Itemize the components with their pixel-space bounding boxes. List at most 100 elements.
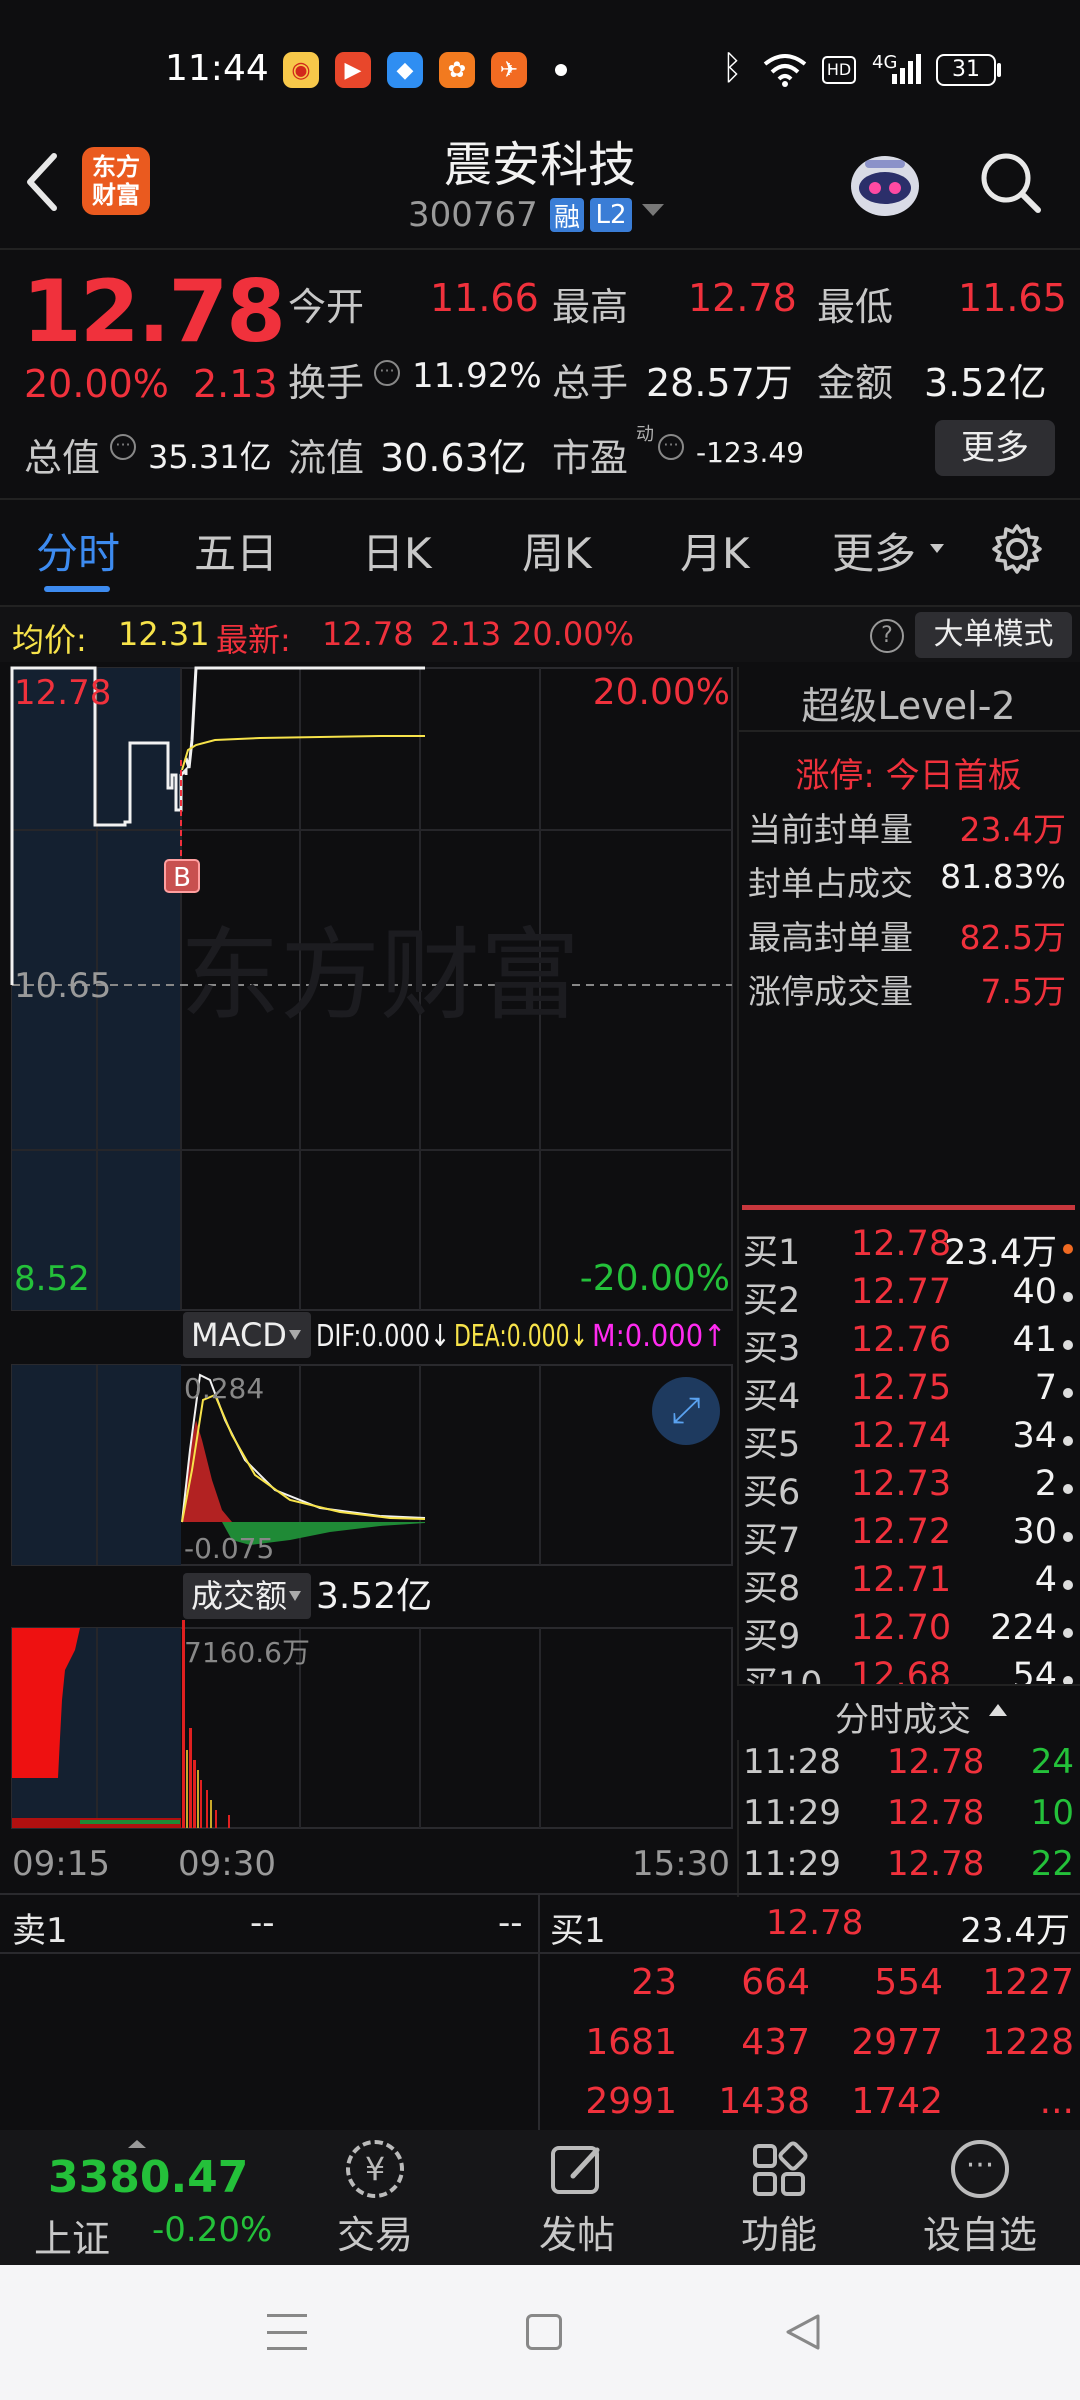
post-button[interactable]: 发帖	[512, 2140, 642, 2258]
bid-row[interactable]: 买7 12.72 30	[743, 1512, 1073, 1561]
volume-base-green	[80, 1820, 180, 1824]
x-label-open: 09:15	[12, 1844, 110, 1884]
bid-row[interactable]: 买9 12.70 224	[743, 1608, 1073, 1657]
queue-order: ...	[1039, 2081, 1074, 2122]
latest-change: 2.13	[430, 615, 502, 653]
queue-order: 664	[741, 1962, 810, 2003]
buy-marker-label: B	[173, 863, 191, 893]
tab-more[interactable]: 更多	[832, 520, 916, 581]
bid-row[interactable]: 买1 12.78 23.4万	[743, 1224, 1073, 1273]
macd-dea: DEA:0.000↓	[454, 1319, 588, 1354]
expand-icon[interactable]: ⤢	[652, 1377, 720, 1445]
high-label: 最高	[552, 285, 629, 329]
bid-price: 12.70	[851, 1608, 952, 1648]
trade-label: 交易	[336, 2213, 413, 2257]
chevron-down-icon[interactable]	[642, 204, 664, 216]
tab-intraday[interactable]: 分时	[36, 520, 120, 581]
queue-order: 23	[631, 1962, 677, 2003]
bid-dot-icon	[1063, 1388, 1073, 1398]
level2-title[interactable]: 超级Level-2	[737, 675, 1080, 730]
add-watchlist-button[interactable]: ··· 设自选	[905, 2140, 1055, 2258]
tab-five-day[interactable]: 五日	[194, 520, 278, 581]
bid-row[interactable]: 买5 12.74 34	[743, 1416, 1073, 1465]
bid-price: 12.77	[851, 1272, 952, 1312]
bid-row[interactable]: 买6 12.73 2	[743, 1464, 1073, 1513]
l2-row-label: 涨停成交量	[748, 972, 913, 1011]
bid-volume: 2	[1034, 1464, 1057, 1504]
avg-line	[181, 735, 425, 771]
info-icon[interactable]: ···	[658, 434, 684, 460]
back-nav-icon[interactable]	[780, 2310, 824, 2354]
browser-icon: ◆	[387, 52, 423, 88]
bid-row[interactable]: 买4 12.75 7	[743, 1368, 1073, 1417]
tick-volume: 22	[1030, 1844, 1074, 1884]
bid-row[interactable]: 买10 12.68 54	[743, 1656, 1073, 1684]
tab-weekly-k[interactable]: 周K	[522, 520, 592, 581]
function-button[interactable]: 功能	[714, 2140, 844, 2258]
divider	[737, 730, 1080, 732]
volume-max-label: 7160.6万	[184, 1636, 310, 1669]
queue-order: 437	[741, 2022, 810, 2063]
battery-tip	[997, 63, 1001, 77]
menu-icon[interactable]	[267, 2314, 307, 2350]
info-icon[interactable]: ···	[374, 360, 400, 386]
edit-icon	[551, 2146, 600, 2194]
bid-row[interactable]: 买3 12.76 41	[743, 1320, 1073, 1369]
bid-label: 买8	[743, 1569, 801, 1609]
bid-volume: 23.4万	[944, 1233, 1057, 1273]
trade-button[interactable]: ¥ 交易	[310, 2140, 440, 2258]
bid-row[interactable]: 买2 12.77 40	[743, 1272, 1073, 1321]
l2-tag: L2	[590, 198, 632, 232]
market-cap-label: 总值	[24, 436, 101, 480]
home-icon[interactable]	[526, 2314, 562, 2350]
buy1-volume: 23.4万	[960, 1911, 1070, 1951]
queue-order: 1228	[982, 2022, 1074, 2063]
l2-row-label: 最高封单量	[748, 918, 913, 957]
ticks-header[interactable]: 分时成交	[737, 1684, 1080, 1740]
avg-value: 12.31	[118, 615, 210, 653]
queue-order: 2977	[851, 2022, 943, 2063]
bid-volume: 41	[1012, 1320, 1057, 1360]
bid-volume: 7	[1034, 1368, 1057, 1408]
queue-order: 1438	[718, 2081, 810, 2122]
l2-row-value: 81.83%	[940, 857, 1066, 896]
yen-icon: ¥	[346, 2140, 404, 2198]
big-order-mode-button[interactable]: 大单模式	[915, 612, 1072, 658]
macd-m: M:0.000↑	[592, 1319, 726, 1354]
pct-top-label: 20.00%	[593, 672, 730, 713]
tab-daily-k[interactable]: 日K	[362, 520, 432, 581]
x-label-930: 09:30	[178, 1844, 276, 1884]
pe-label: 市盈	[552, 436, 629, 480]
bid-divider	[742, 1205, 1075, 1210]
robot-avatar-icon[interactable]	[845, 148, 925, 222]
bid-label: 买4	[743, 1377, 801, 1417]
volume-label: 成交额	[191, 1577, 287, 1615]
bid-row[interactable]: 买8 12.71 4	[743, 1560, 1073, 1609]
bid-label: 买1	[743, 1233, 801, 1273]
intraday-chart[interactable]: 东方财富 B 12.78 10.65 8.52 20.00% -20.00% M…	[0, 660, 735, 1890]
volume-value: 28.57万	[646, 361, 793, 405]
tick-volume: 24	[1030, 1742, 1074, 1782]
buy1-label: 买1	[550, 1911, 606, 1951]
help-icon[interactable]: ?	[870, 619, 904, 653]
margin-tag: 融	[550, 198, 584, 233]
bid-dot-icon	[1063, 1532, 1073, 1542]
bid-label: 买5	[743, 1425, 801, 1465]
l2-row-value: 23.4万	[959, 810, 1066, 849]
l2-row-label: 当前封单量	[748, 810, 913, 849]
macd-dif: DIF:0.000↓	[316, 1319, 450, 1354]
more-button[interactable]: 更多	[935, 420, 1055, 476]
caret-up-icon	[989, 1704, 1007, 1716]
flower-app-icon: ✿	[439, 52, 475, 88]
bid-dot-icon	[1063, 1628, 1073, 1638]
function-label: 功能	[740, 2213, 817, 2257]
index-ticker[interactable]: 3380.47 上证 -0.20%	[0, 2130, 300, 2265]
volume-total: 3.52亿	[316, 1576, 432, 1617]
price-line	[184, 666, 425, 769]
queue-order: 1681	[585, 2022, 677, 2063]
gear-icon[interactable]	[990, 522, 1044, 576]
tab-more-caret-icon	[930, 544, 944, 553]
tab-monthly-k[interactable]: 月K	[680, 520, 750, 581]
search-icon[interactable]	[978, 150, 1044, 216]
info-icon[interactable]: ···	[110, 434, 136, 460]
